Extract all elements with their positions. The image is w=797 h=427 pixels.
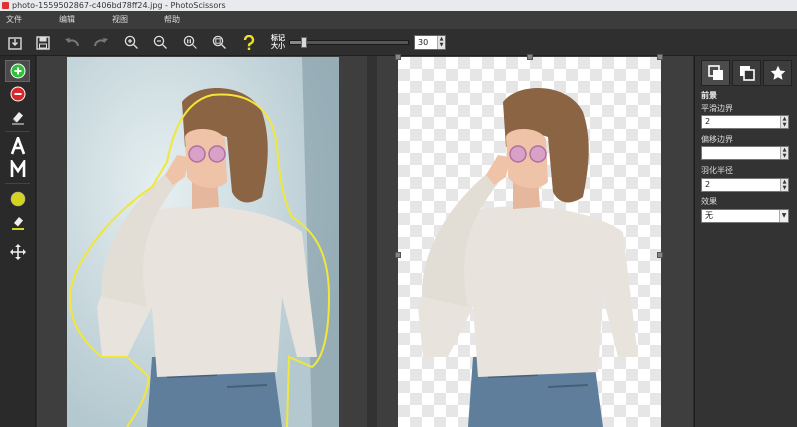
tool-palette <box>0 56 36 427</box>
offset-edge-label: 偏移边界 <box>701 135 733 144</box>
feather-radius-value: 2 <box>705 180 711 189</box>
menu-help[interactable]: 帮助 <box>164 11 180 29</box>
star-icon <box>770 65 785 80</box>
menu-file[interactable]: 文件 <box>6 11 22 29</box>
minus-circle-icon <box>10 86 25 102</box>
view-divider <box>367 56 377 427</box>
redo-button[interactable] <box>91 33 111 52</box>
source-photo <box>67 57 339 427</box>
zoom-actual-size-icon <box>183 35 197 49</box>
zoom-in-button[interactable] <box>121 33 141 52</box>
move-tool[interactable] <box>5 241 30 263</box>
zoom-in-icon <box>124 35 138 49</box>
marker-size-value: 30 <box>418 38 429 47</box>
move-arrows-icon <box>9 244 26 260</box>
marker-size-label-line2: 大小 <box>271 42 285 50</box>
color-circle-icon <box>10 191 25 207</box>
marker-color-tool[interactable] <box>5 188 30 210</box>
settings-panel: 前景 平滑边界 2 ▲ ▼ 偏移边界 ▲ ▼ 羽化半径 2 ▲ ▼ 效果 无 ▼ <box>694 56 797 427</box>
marker-size-input[interactable]: 30 ▲ ▼ <box>414 35 446 50</box>
zoom-fit-icon <box>212 35 226 49</box>
crop-handle-top-right[interactable] <box>657 54 663 60</box>
help-button[interactable] <box>239 33 259 52</box>
save-icon <box>36 35 50 50</box>
smooth-edge-value: 2 <box>705 117 711 126</box>
tool-separator <box>5 131 30 132</box>
redo-icon <box>94 37 108 46</box>
undo-button[interactable] <box>62 33 82 52</box>
question-icon <box>243 34 255 50</box>
background-marker-tool[interactable] <box>5 83 30 105</box>
main-toolbar: 标记 大小 30 ▲ ▼ <box>0 29 797 56</box>
smooth-edge-spinner[interactable]: ▲ ▼ <box>780 116 788 128</box>
source-photo-graphic <box>67 57 339 427</box>
tab-foreground[interactable] <box>701 60 730 86</box>
crop-handle-middle-right[interactable] <box>657 252 663 258</box>
window-title-bar: photo-1559502867-c406bd78ff24.jpg - Phot… <box>0 0 797 11</box>
menu-bar: 文件 编辑 视图 帮助 <box>0 11 797 29</box>
manual-mode-tool[interactable] <box>5 158 30 180</box>
effect-label: 效果 <box>701 197 717 206</box>
tab-effects[interactable] <box>763 60 792 86</box>
feather-radius-input[interactable]: 2 ▲ ▼ <box>701 178 789 192</box>
foreground-marker-tool[interactable] <box>5 60 30 82</box>
menu-view[interactable]: 视图 <box>112 11 128 29</box>
marker-size-label-line1: 标记 <box>271 34 285 42</box>
tab-background[interactable] <box>732 60 761 86</box>
auto-mode-tool[interactable] <box>5 135 30 157</box>
feather-radius-label: 羽化半径 <box>701 166 733 175</box>
smooth-edge-label: 平滑边界 <box>701 104 733 113</box>
result-photo-graphic <box>418 88 638 427</box>
undo-icon <box>65 37 79 46</box>
plus-circle-icon <box>10 63 25 79</box>
foreground-layers-icon <box>707 65 723 80</box>
marker-size-slider[interactable] <box>289 37 409 48</box>
open-icon <box>8 36 22 50</box>
marker-size-slider-thumb[interactable] <box>301 37 307 48</box>
letter-a-icon <box>10 137 25 155</box>
marker-size-label: 标记 大小 <box>269 34 287 50</box>
offset-edge-spinner[interactable]: ▲ ▼ <box>780 147 788 159</box>
save-button[interactable] <box>33 33 53 52</box>
crop-handle-top-center[interactable] <box>527 54 533 60</box>
chevron-down-icon: ▼ <box>779 210 788 222</box>
zoom-out-button[interactable] <box>150 33 170 52</box>
zoom-actual-size-button[interactable] <box>180 33 200 52</box>
tool-separator <box>5 183 30 184</box>
marker-size-spinner-arrows[interactable]: ▲ ▼ <box>437 36 445 49</box>
app-icon <box>2 2 9 9</box>
marker-eraser-tool[interactable] <box>5 211 30 233</box>
crop-handle-middle-left[interactable] <box>395 252 401 258</box>
zoom-out-icon <box>153 35 167 49</box>
open-button[interactable] <box>5 33 25 52</box>
panel-section-title: 前景 <box>701 91 717 100</box>
smooth-edge-input[interactable]: 2 ▲ ▼ <box>701 115 789 129</box>
effect-select[interactable]: 无 ▼ <box>701 209 789 223</box>
eraser-tool[interactable] <box>5 106 30 128</box>
menu-edit[interactable]: 编辑 <box>59 11 75 29</box>
offset-edge-input[interactable]: ▲ ▼ <box>701 146 789 160</box>
effect-value: 无 <box>705 211 713 220</box>
feather-radius-spinner[interactable]: ▲ ▼ <box>780 179 788 191</box>
crop-handle-top-left[interactable] <box>395 54 401 60</box>
result-preview-view[interactable] <box>377 54 693 427</box>
zoom-fit-button[interactable] <box>209 33 229 52</box>
background-layers-icon <box>739 66 755 81</box>
letter-m-icon <box>10 160 25 177</box>
source-image-view[interactable] <box>37 56 367 427</box>
eraser-underline-icon <box>11 216 24 230</box>
window-title: photo-1559502867-c406bd78ff24.jpg - Phot… <box>12 1 226 10</box>
result-image <box>398 57 661 427</box>
eraser-icon <box>11 112 24 125</box>
